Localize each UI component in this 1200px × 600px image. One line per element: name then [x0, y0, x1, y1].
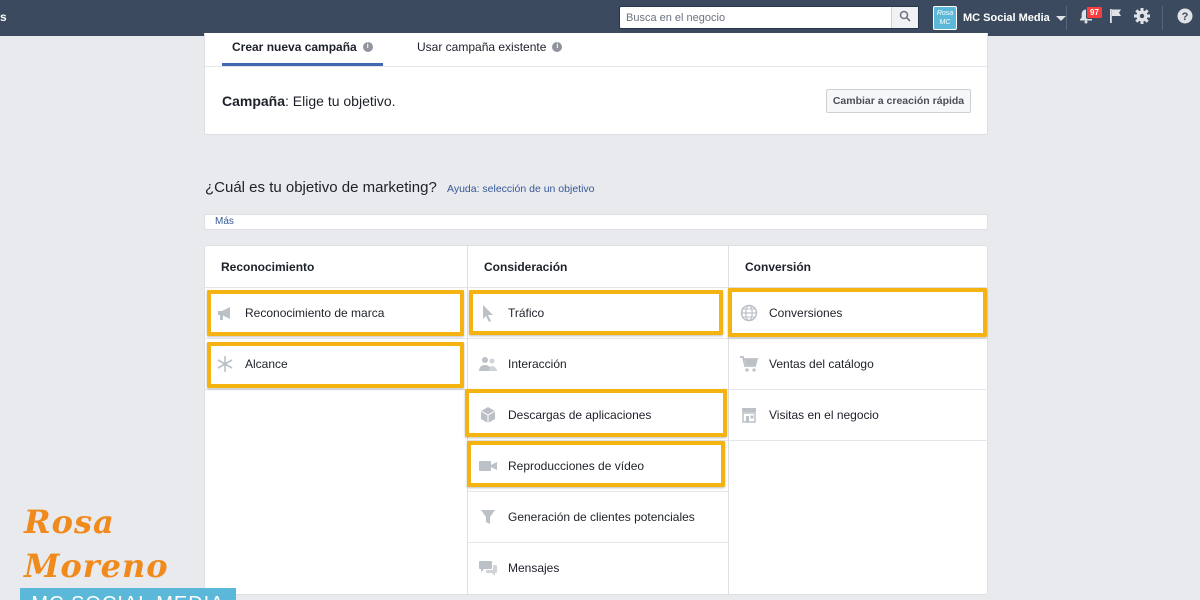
column-title: Consideración [484, 260, 568, 274]
objective-traffic[interactable]: Tráfico [468, 287, 728, 338]
objective-label: Conversiones [769, 306, 843, 320]
settings-button[interactable] [1132, 7, 1152, 30]
search-button[interactable] [891, 7, 918, 28]
objective-engagement[interactable]: Interacción [468, 338, 728, 389]
objective-help-link[interactable]: Ayuda: selección de un objetivo [447, 183, 595, 195]
campaign-objective-prompt: Campaña: Elige tu objetivo. [222, 93, 396, 109]
column-end-line [729, 440, 988, 441]
column-consideration: Consideración Tráfico Interacción Descar… [467, 246, 728, 594]
funnel-icon [478, 507, 498, 527]
account-logo: Rosa MC [933, 6, 957, 30]
truncated-title: s [0, 10, 7, 24]
help-button[interactable]: ? [1175, 8, 1195, 28]
business-search-box [619, 6, 919, 29]
search-icon [899, 9, 911, 27]
switch-to-quick-creation-button[interactable]: Cambiar a creación rápida [826, 89, 971, 113]
chat-bubbles-icon [478, 558, 498, 578]
more-link[interactable]: Más [215, 216, 234, 227]
svg-text:?: ? [1182, 11, 1189, 23]
tab-create-new-campaign[interactable]: Crear nueva campaña i [232, 40, 373, 54]
notification-count-badge: 97 [1086, 6, 1103, 19]
globe-icon [739, 303, 759, 323]
gear-icon [1133, 7, 1151, 30]
tab-divider [205, 66, 987, 67]
objective-label: Tráfico [508, 306, 545, 320]
cursor-icon [478, 303, 498, 323]
objective-app-installs[interactable]: Descargas de aplicaciones [468, 389, 728, 440]
objective-conversions[interactable]: Conversiones [729, 287, 988, 338]
shopping-cart-icon [739, 354, 759, 374]
objective-store-visits[interactable]: Visitas en el negocio [729, 389, 988, 440]
watermark-script-name: Rosa Moreno [24, 503, 169, 585]
objective-label: Mensajes [508, 561, 560, 575]
search-input[interactable] [620, 7, 892, 28]
objective-label: Ventas del catálogo [769, 357, 874, 371]
tab-label: Crear nueva campaña [232, 40, 357, 54]
campaign-instruction: : Elige tu objetivo. [285, 93, 396, 109]
store-icon [739, 405, 759, 425]
more-bar: Más [204, 214, 988, 230]
info-icon[interactable]: i [552, 42, 563, 52]
objective-reach[interactable]: Alcance [205, 338, 467, 389]
top-navigation-bar: s Rosa MC MC Social Media 97 ? [0, 0, 1200, 36]
asterisk-icon [215, 354, 235, 374]
flag-icon [1109, 8, 1123, 29]
question-mark-icon: ? [1177, 8, 1193, 29]
column-awareness: Reconocimiento Reconocimiento de marca A… [205, 246, 467, 594]
column-conversion: Conversión Conversiones Ventas del catál… [728, 246, 988, 594]
megaphone-icon [215, 303, 235, 323]
topbar-divider [1066, 6, 1067, 30]
account-name: MC Social Media [963, 12, 1050, 24]
people-icon [478, 354, 498, 374]
tab-use-existing-campaign[interactable]: Usar campaña existente i [417, 40, 563, 54]
column-title: Conversión [745, 260, 812, 274]
info-icon[interactable]: i [362, 42, 373, 52]
objective-label: Reproducciones de vídeo [508, 459, 645, 473]
chevron-down-icon [1055, 15, 1066, 21]
objective-label: Reconocimiento de marca [245, 306, 385, 320]
campaign-label: Campaña [222, 93, 286, 109]
objective-label: Descargas de aplicaciones [508, 408, 652, 422]
marketing-objective-heading: ¿Cuál es tu objetivo de marketing? [205, 179, 437, 196]
objective-messages[interactable]: Mensajes [468, 542, 728, 593]
objective-video-views[interactable]: Reproducciones de vídeo [468, 440, 728, 491]
objective-label: Alcance [245, 357, 288, 371]
objective-lead-generation[interactable]: Generación de clientes potenciales [468, 491, 728, 542]
topbar-divider [1162, 6, 1163, 30]
objective-label: Interacción [508, 357, 567, 371]
objective-brand-awareness[interactable]: Reconocimiento de marca [205, 287, 467, 338]
column-end-line [205, 389, 467, 390]
column-title: Reconocimiento [221, 260, 315, 274]
watermark-logo: Rosa Moreno MC SOCIAL MEDIA [20, 500, 236, 600]
tab-label: Usar campaña existente [417, 40, 547, 54]
objectives-grid: Reconocimiento Reconocimiento de marca A… [204, 245, 988, 595]
objective-label: Visitas en el negocio [769, 408, 879, 422]
account-switcher[interactable]: Rosa MC MC Social Media [933, 5, 1066, 31]
box-icon [478, 405, 498, 425]
watermark-band: MC SOCIAL MEDIA [20, 588, 236, 600]
objective-catalog-sales[interactable]: Ventas del catálogo [729, 338, 988, 389]
objective-label: Generación de clientes potenciales [508, 510, 695, 524]
campaign-card: Crear nueva campaña i Usar campaña exist… [204, 33, 988, 135]
video-camera-icon [478, 456, 498, 476]
flag-button[interactable] [1106, 8, 1126, 28]
